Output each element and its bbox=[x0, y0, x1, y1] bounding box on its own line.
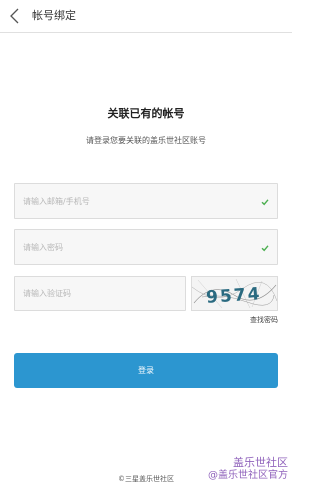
watermark-line1: 盖乐世社区 bbox=[233, 456, 288, 469]
email-field[interactable] bbox=[14, 183, 278, 219]
forgot-password-link[interactable]: 查找密码 bbox=[250, 315, 278, 325]
captcha-noise: 9574 bbox=[192, 278, 277, 309]
page-title: 关联已有的帐号 bbox=[107, 107, 185, 120]
header-title: 帐号绑定 bbox=[32, 9, 76, 22]
check-icon bbox=[261, 245, 269, 252]
captcha-text: 9574 bbox=[206, 284, 263, 308]
back-button[interactable] bbox=[6, 6, 26, 26]
captcha-field[interactable] bbox=[14, 276, 186, 311]
password-input[interactable] bbox=[15, 230, 277, 264]
login-button[interactable]: 登录 bbox=[14, 353, 278, 388]
captcha-image[interactable]: 9574 bbox=[191, 276, 278, 311]
captcha-input[interactable] bbox=[15, 277, 185, 310]
page-subtitle: 请登录您要关联的盖乐世社区账号 bbox=[86, 136, 206, 145]
check-icon bbox=[261, 199, 269, 206]
chevron-left-icon bbox=[10, 8, 19, 24]
watermark-line2: @盖乐世社区官方 bbox=[208, 469, 288, 481]
email-input[interactable] bbox=[15, 184, 277, 218]
watermark: 盖乐世社区 @盖乐世社区官方 bbox=[208, 456, 288, 482]
top-bar: 帐号绑定 bbox=[0, 0, 292, 33]
password-field[interactable] bbox=[14, 229, 278, 265]
